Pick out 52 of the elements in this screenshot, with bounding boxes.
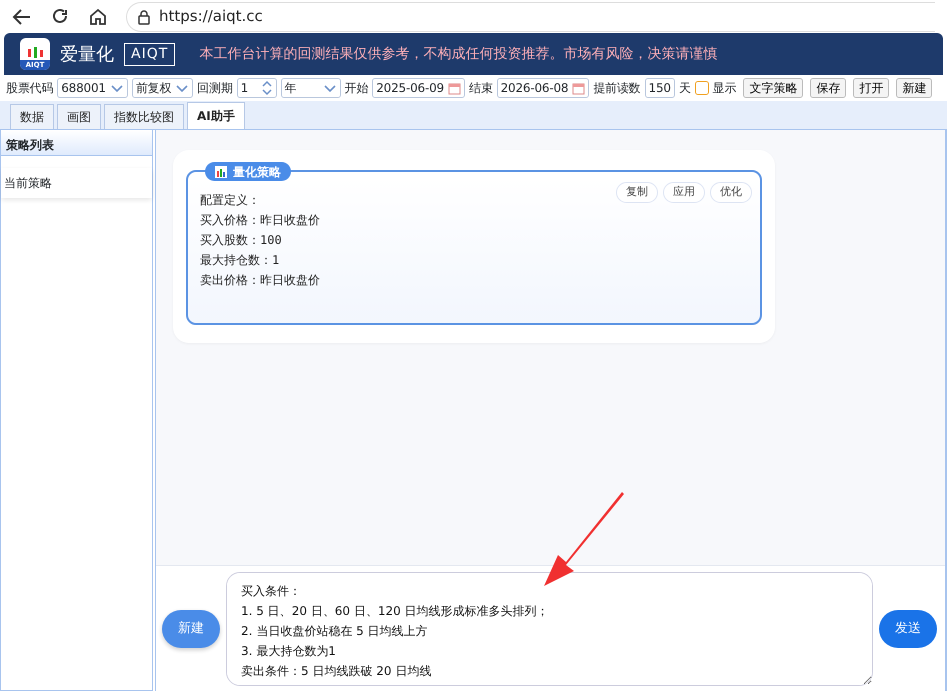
strategy-line: 卖出价格：昨日收盘价 [200, 272, 320, 289]
spinner-arrows-icon[interactable] [260, 80, 273, 96]
field-label: 结束 [468, 80, 493, 97]
field-label: 提前读数 [593, 80, 641, 97]
back-icon[interactable] [12, 6, 32, 26]
bar-chart-icon [215, 166, 227, 178]
address-bar[interactable]: https://aiqt.cc [126, 2, 935, 32]
card-action-button[interactable]: 优化 [710, 182, 752, 202]
spin-field[interactable]: 1 [236, 78, 277, 98]
date-field[interactable]: 2025-06-09 [372, 78, 465, 98]
strategy-line: 买入价格：昨日收盘价 [200, 212, 320, 229]
caret-icon [110, 84, 124, 92]
checkbox-label: 显示 [712, 80, 736, 97]
candlestick-icon [25, 46, 45, 60]
home-icon[interactable] [88, 6, 108, 26]
field-label: 股票代码 [6, 80, 54, 97]
number-field[interactable]: 150 [644, 78, 675, 98]
tab[interactable]: AI助手 [187, 102, 245, 129]
caret-icon [322, 84, 337, 92]
lock-icon [137, 8, 151, 24]
send-button[interactable]: 发送 [879, 610, 937, 648]
strategy-line: 买入股数：100 [200, 232, 282, 249]
toolbar-button[interactable]: 文字策略 [743, 78, 804, 98]
strategy-card-title: 量化策略 [205, 162, 291, 181]
select-field[interactable]: 688001 [57, 78, 128, 98]
tab[interactable]: 画图 [57, 104, 101, 129]
brand-name: 爱量化 [60, 42, 114, 66]
sidebar-title: 策略列表 [1, 130, 152, 156]
brand-badge: AIQT [124, 42, 176, 66]
strategy-line: 配置定义： [200, 192, 260, 209]
url-text: https://aiqt.cc [159, 6, 263, 28]
card-action-button[interactable]: 复制 [616, 182, 658, 202]
strategy-list-item[interactable]: 当前策略 [1, 168, 152, 198]
field-label: 天 [678, 80, 691, 97]
risk-notice: 本工作台计算的回测结果仅供参考，不构成任何投资推荐。市场有风险，决策请谨慎 [199, 44, 718, 64]
message-input[interactable]: 买入条件： 1. 5 日、20 日、60 日、120 日均线形成标准多头排列； 2. 当日收盘价站稳在 5 日均线上方 3. 最大持仓数为1 卖出条件：5 日均线跌破 20 日均线 [226, 572, 873, 686]
calendar-icon[interactable] [448, 82, 461, 94]
select-field[interactable]: 前复权 [132, 78, 194, 98]
strategy-line: 最大持仓数：1 [200, 252, 280, 269]
select-field[interactable]: 年 [280, 78, 341, 98]
caret-icon [175, 84, 190, 92]
tab[interactable]: 指数比较图 [104, 104, 184, 129]
calendar-icon[interactable] [572, 82, 586, 94]
toolbar-button[interactable]: 保存 [810, 78, 846, 98]
card-action-button[interactable]: 应用 [663, 182, 705, 202]
checkbox[interactable] [694, 81, 709, 95]
field-label: 开始 [344, 80, 368, 97]
date-field[interactable]: 2026-06-08 [496, 78, 590, 98]
field-label: 回测期 [197, 80, 233, 97]
toolbar-button[interactable]: 新建 [896, 78, 932, 98]
tab[interactable]: 数据 [10, 104, 54, 129]
toolbar-button[interactable]: 打开 [853, 78, 890, 98]
